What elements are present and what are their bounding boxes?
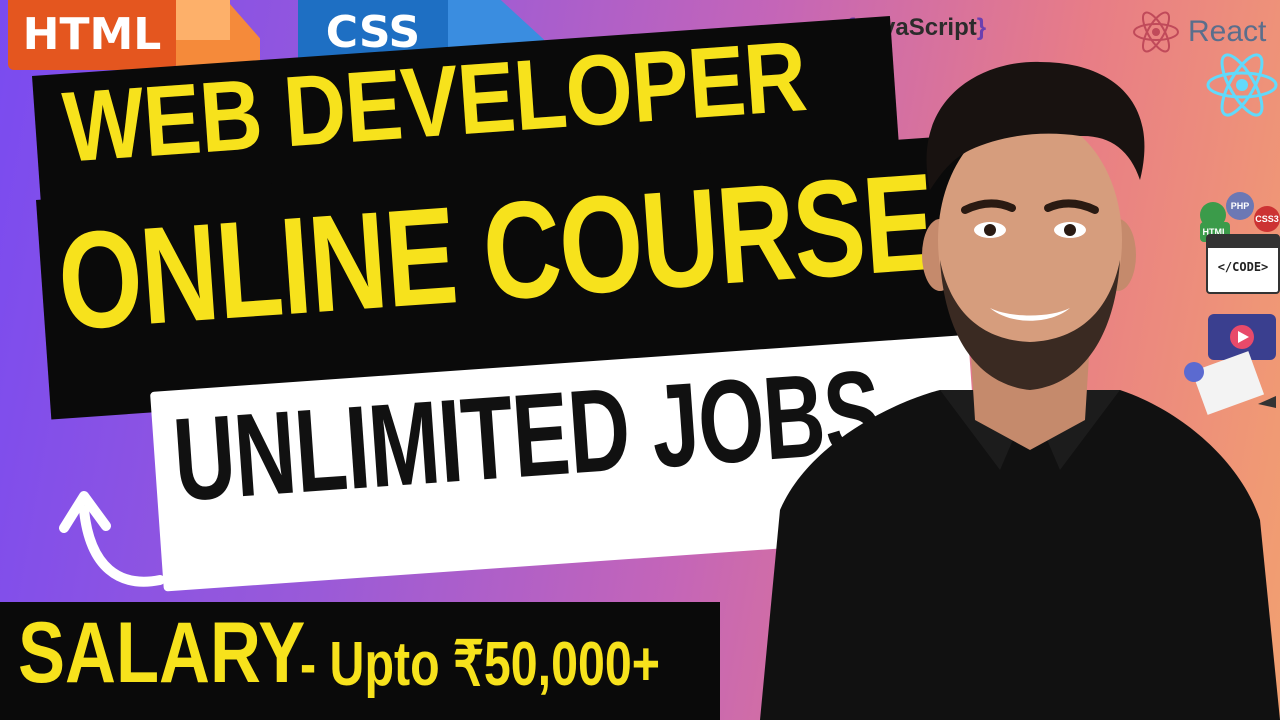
thumbnail: HTML CSS {JavaScript} React WEB DEVELOPE: [0, 0, 1280, 720]
php-label: PHP: [1230, 201, 1250, 211]
php-icon: PHP: [1226, 192, 1254, 220]
html-badge-fold-light: [176, 0, 230, 40]
curved-arrow-icon: [59, 491, 165, 587]
javascript-close-brace: }: [976, 14, 987, 41]
css3-icon: CSS3: [1254, 206, 1280, 232]
code-window-label: </CODE>: [1217, 260, 1269, 274]
code-window-icon: </CODE>: [1206, 234, 1280, 294]
html-badge-label: HTML: [22, 9, 162, 60]
salary-label: SALARY: [18, 605, 306, 701]
css3-label: CSS3: [1255, 214, 1279, 224]
code-window-bar: [1208, 236, 1278, 248]
html-badge-icon: HTML: [8, 0, 176, 70]
salary-value: - Upto ₹50,000+: [300, 630, 661, 699]
online-learning-illustration: [1184, 314, 1276, 415]
